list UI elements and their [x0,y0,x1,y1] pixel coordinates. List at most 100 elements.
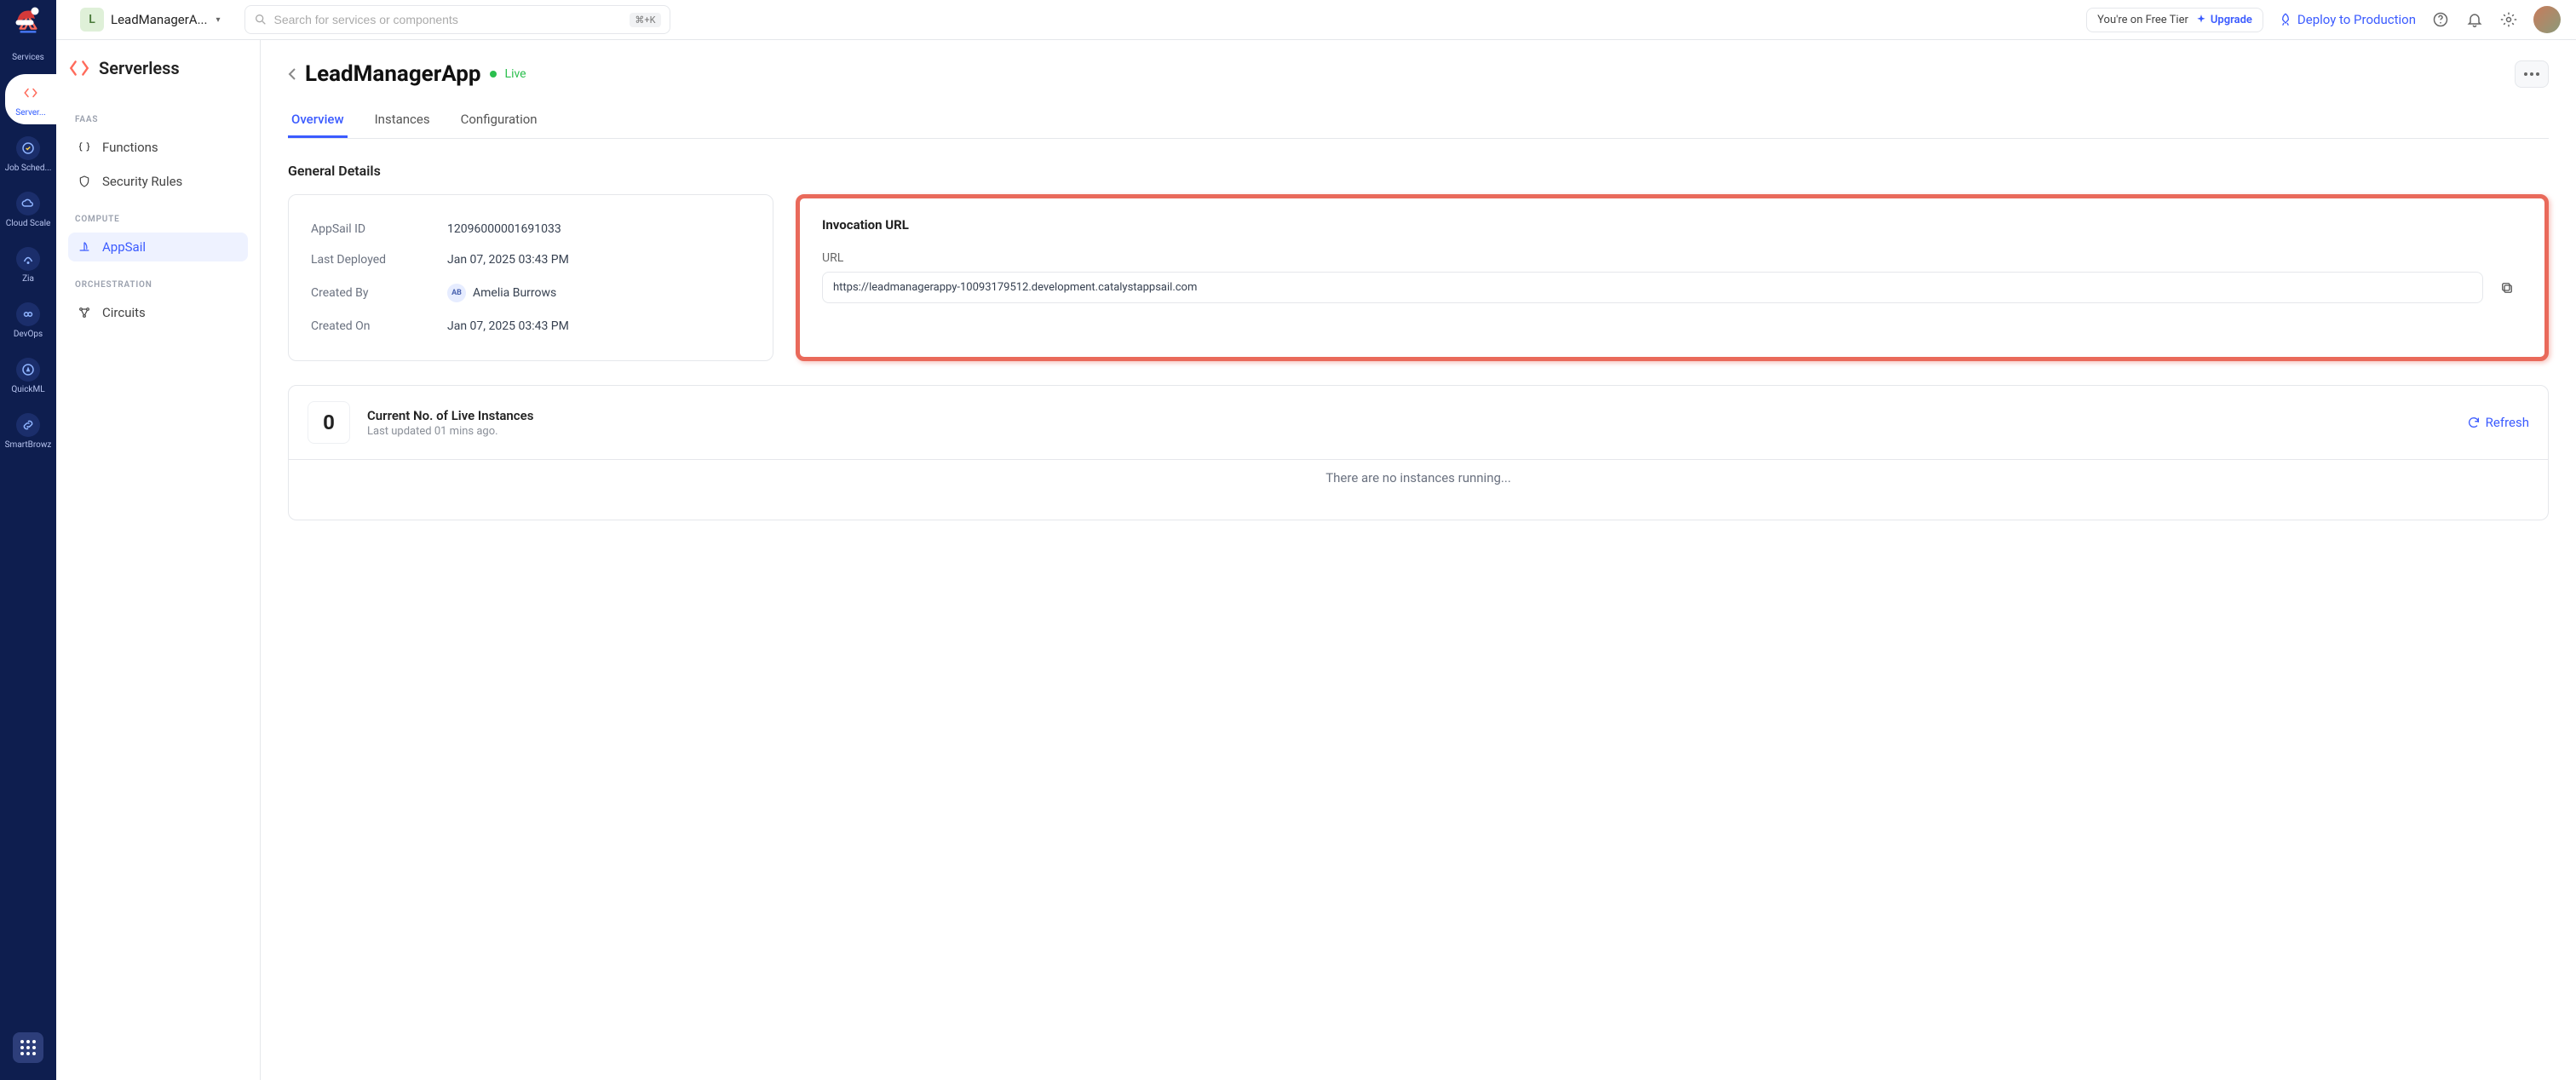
rail-item-quickml[interactable]: QuickML [3,351,54,401]
left-rail: Services Server... Job Sched... Cloud Sc… [0,0,56,1080]
rail-item-label: Job Sched... [5,164,52,173]
sail-icon [77,239,92,255]
search-shortcut: ⌘+K [630,13,660,27]
tab-overview[interactable]: Overview [288,103,348,138]
rail-item-devops[interactable]: DevOps [3,296,54,346]
created-on-value: Jan 07, 2025 03:43 PM [447,319,569,333]
refresh-icon [2467,416,2481,429]
sidebar-item-label: Circuits [102,305,146,320]
bell-icon [2466,11,2483,28]
rail-item-job-scheduling[interactable]: Job Sched... [3,129,54,180]
rail-item-label: QuickML [11,385,44,394]
search-input[interactable] [274,13,624,26]
project-avatar: L [80,8,104,32]
shield-icon [77,174,92,189]
infinity-icon [16,302,40,326]
tab-instances[interactable]: Instances [371,103,434,138]
status-indicator-icon [490,71,497,78]
back-button[interactable] [288,67,296,81]
rail-item-label: Zia [22,274,34,284]
braces-icon [77,140,92,155]
invocation-url-value[interactable]: https://leadmanagerappy-10093179512.deve… [822,272,2483,303]
global-search[interactable]: ⌘+K [244,5,670,34]
page-title: LeadManagerApp [305,61,481,87]
sidebar-title: Serverless [99,58,180,78]
instances-title: Current No. of Live Instances [367,408,533,423]
top-bar: L LeadManagerA... ▾ ⌘+K You're on Free T… [56,0,2576,40]
sidebar-item-label: Security Rules [102,174,182,189]
chevron-left-icon [288,67,296,81]
sidebar: Serverless FAAS Functions Security Rules… [56,40,261,1080]
code-brackets-icon [68,57,90,79]
page-header: LeadManagerApp Live [288,60,2549,88]
tier-info: You're on Free Tier Upgrade [2086,8,2263,32]
link-icon [16,413,40,437]
sparkle-icon [2195,14,2207,26]
sidebar-item-label: AppSail [102,239,146,255]
appsail-id-value: 12096000001691033 [447,222,561,236]
instance-count: 0 [308,401,350,444]
sidebar-item-appsail[interactable]: AppSail [68,233,248,261]
invocation-heading: Invocation URL [822,217,2522,233]
user-initials-badge: AB [447,284,466,302]
general-details-heading: General Details [288,163,2549,179]
section-label-faas: FAAS [75,115,248,124]
sidebar-item-security[interactable]: Security Rules [68,167,248,196]
zia-icon [16,247,40,271]
rail-item-label: DevOps [14,330,43,339]
rail-item-smartbrowz[interactable]: SmartBrowz [3,406,54,457]
status-text: Live [505,67,526,81]
rail-item-services[interactable]: Services [3,46,54,69]
section-label-compute: COMPUTE [75,215,248,224]
tab-configuration[interactable]: Configuration [457,103,541,138]
chevron-down-icon: ▾ [216,15,220,25]
sidebar-item-functions[interactable]: Functions [68,133,248,162]
apps-grid-button[interactable] [13,1032,43,1063]
rocket-icon [2279,13,2292,26]
rail-item-label: SmartBrowz [5,440,52,450]
tabs: Overview Instances Configuration [288,103,2549,139]
project-name: LeadManagerA... [111,12,207,27]
last-deployed-value: Jan 07, 2025 03:43 PM [447,253,569,267]
last-deployed-label: Last Deployed [311,253,447,267]
search-icon [254,13,267,26]
url-label: URL [822,251,2522,265]
rail-item-label: Cloud Scale [6,219,51,228]
cloud-icon [16,192,40,215]
created-on-label: Created On [311,319,447,333]
product-logo[interactable] [11,7,45,41]
rail-item-zia[interactable]: Zia [3,240,54,290]
general-details-card: AppSail ID 12096000001691033 Last Deploy… [288,194,773,361]
code-brackets-icon [19,81,43,105]
created-by-label: Created By [311,286,447,300]
project-selector[interactable]: L LeadManagerA... ▾ [72,4,229,35]
instances-empty-state: There are no instances running... [288,436,2549,520]
copy-icon [2499,280,2515,296]
clock-check-icon [16,136,40,160]
help-button[interactable] [2431,10,2450,29]
refresh-button[interactable]: Refresh [2467,415,2529,430]
section-label-orchestration: ORCHESTRATION [75,280,248,290]
deploy-button[interactable]: Deploy to Production [2279,12,2416,27]
main-content: LeadManagerApp Live Overview Instances C… [261,40,2576,1080]
instances-updated: Last updated 01 mins ago. [367,425,533,438]
rail-item-label: Server... [15,108,46,118]
sidebar-header: Serverless [68,57,248,79]
gear-icon [2500,11,2517,28]
invocation-url-card: Invocation URL URL https://leadmanagerap… [796,194,2549,361]
more-actions-button[interactable] [2515,60,2549,88]
sidebar-item-label: Functions [102,140,158,155]
compass-icon [16,358,40,382]
upgrade-button[interactable]: Upgrade [2195,14,2252,26]
user-avatar[interactable] [2533,6,2561,33]
notifications-button[interactable] [2465,10,2484,29]
help-icon [2432,11,2449,28]
tier-label: You're on Free Tier [2097,14,2188,26]
rail-item-label: Services [12,53,44,62]
sidebar-item-circuits[interactable]: Circuits [68,298,248,327]
rail-item-cloud-scale[interactable]: Cloud Scale [3,185,54,235]
copy-url-button[interactable] [2492,272,2522,303]
appsail-id-label: AppSail ID [311,222,447,236]
settings-button[interactable] [2499,10,2518,29]
rail-item-serverless[interactable]: Server... [5,74,56,124]
